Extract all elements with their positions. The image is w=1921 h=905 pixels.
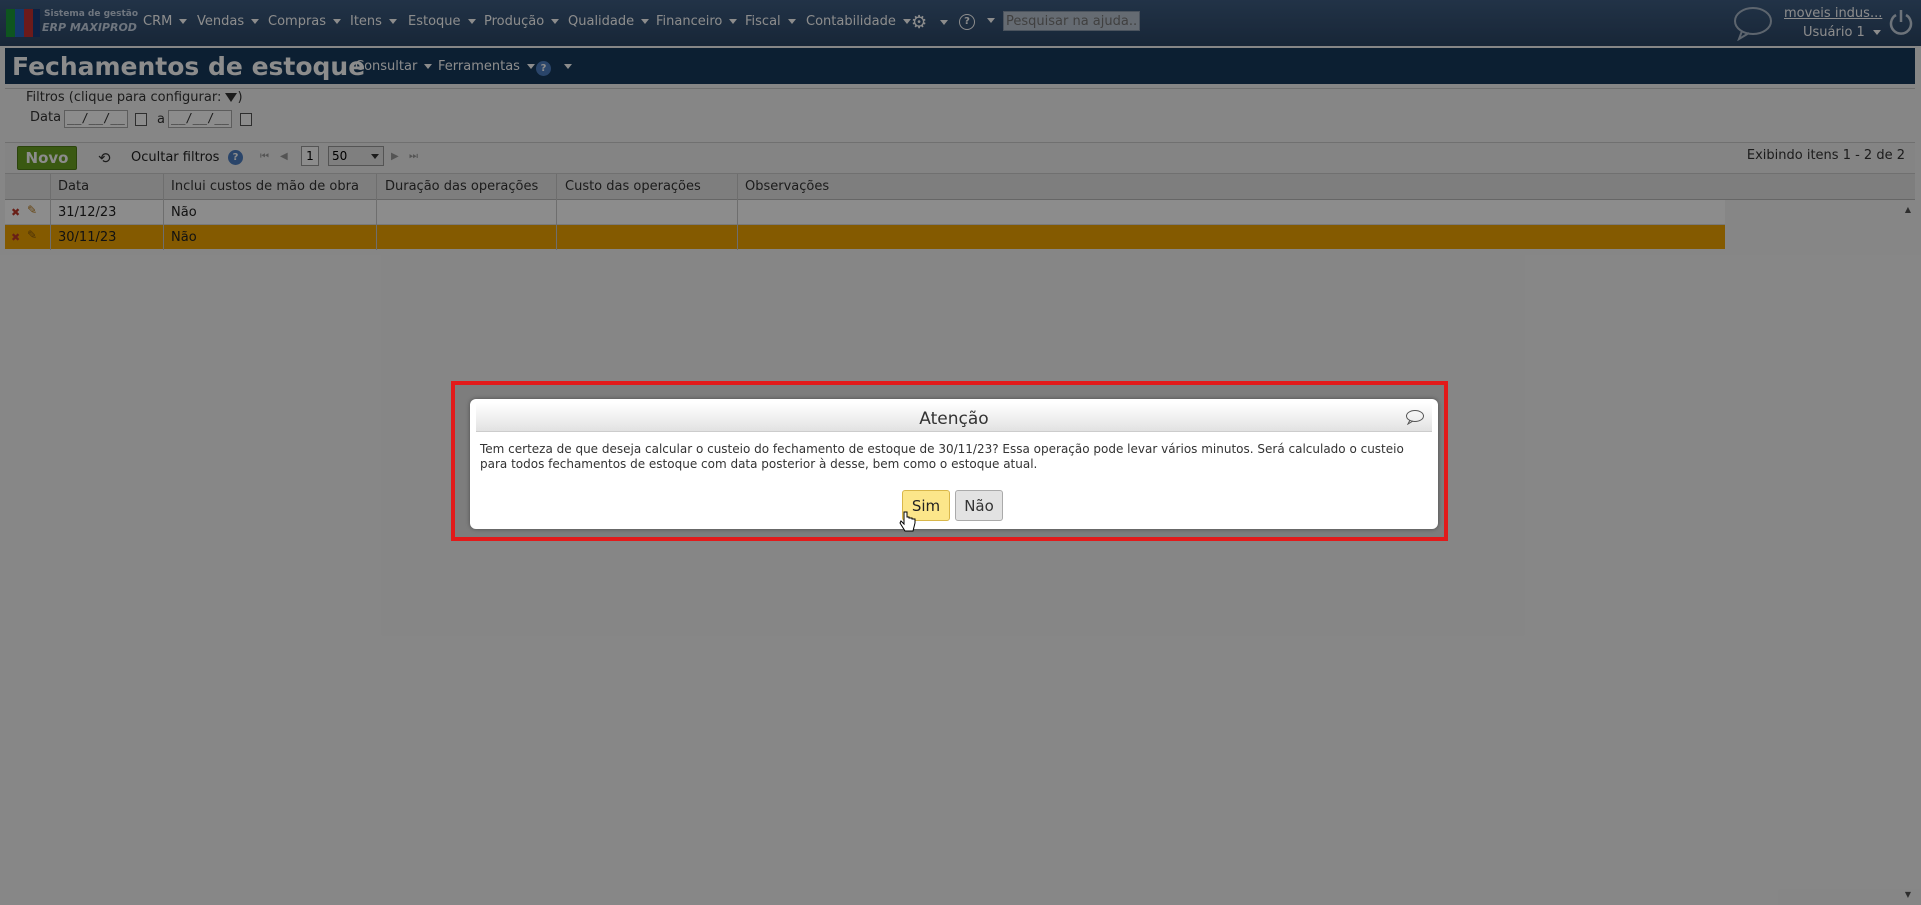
confirm-no-button[interactable]: Não	[955, 490, 1003, 521]
dialog-title: Atenção	[919, 409, 989, 429]
dialog-message: Tem certeza de que deseja calcular o cus…	[480, 442, 1404, 471]
dialog-chat-icon[interactable]	[1405, 409, 1425, 425]
hand-cursor-icon	[899, 511, 916, 532]
